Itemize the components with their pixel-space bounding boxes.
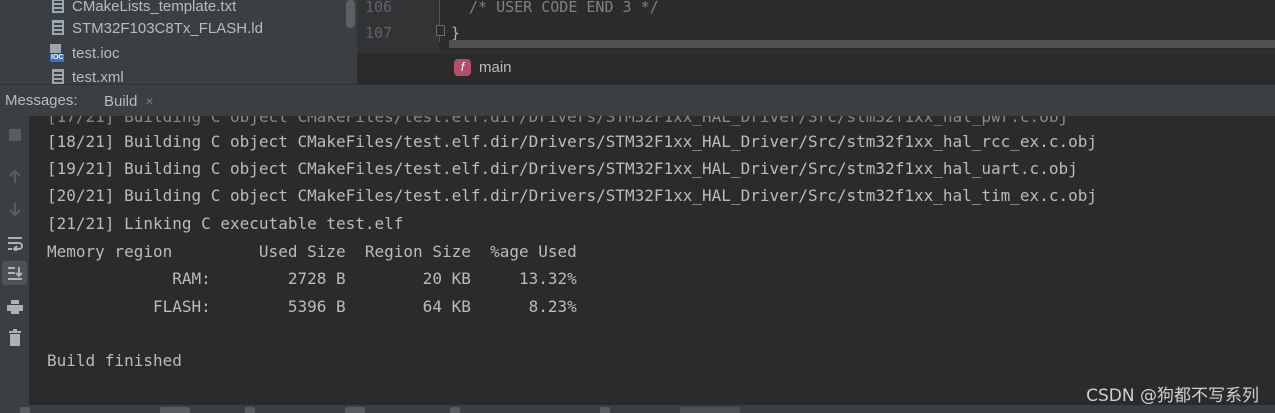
tree-item-label: STM32F103C8Tx_FLASH.ld	[72, 19, 263, 37]
project-tree-scrollbar[interactable]	[346, 0, 355, 28]
watermark: CSDN @狗都不写系列	[1086, 386, 1259, 406]
print-icon	[6, 300, 23, 314]
scroll-to-end-icon	[7, 267, 23, 280]
build-console[interactable]: [17/21] Building C object CMakeFiles/tes…	[29, 116, 1275, 374]
tree-item-cmakelists-template[interactable]: CMakeLists_template.txt	[50, 0, 236, 17]
console-line: [20/21] Building C object CMakeFiles/tes…	[47, 186, 1097, 205]
code-editor[interactable]: 106 107 /* USER CODE END 3 */ } f main	[357, 0, 1275, 85]
tree-item-test-ioc[interactable]: IOC test.ioc	[50, 42, 120, 64]
breadcrumb: f main	[357, 52, 1275, 85]
text-file-icon	[50, 19, 66, 37]
stop-button[interactable]	[2, 123, 27, 147]
console-toolbar	[0, 116, 29, 405]
close-icon[interactable]: ×	[145, 93, 153, 109]
trash-icon	[8, 329, 21, 346]
project-tree: CMakeLists_template.txt STM32F103C8Tx_FL…	[0, 0, 357, 84]
editor-gutter: 106 107	[357, 0, 439, 54]
soft-wrap-icon	[7, 237, 23, 251]
stop-icon	[8, 129, 21, 141]
tree-item-flash-ld[interactable]: STM32F103C8Tx_FLASH.ld	[50, 17, 263, 39]
status-bar	[0, 405, 1275, 413]
arrow-up-icon	[8, 169, 21, 183]
code-line: /* USER CODE END 3 */	[469, 0, 659, 16]
scroll-to-end-button[interactable]	[2, 261, 27, 285]
editor-horizontal-scrollbar[interactable]	[449, 40, 1275, 48]
tab-label: Build	[104, 92, 138, 110]
ioc-file-icon: IOC	[50, 44, 66, 62]
console-line: RAM: 2728 B 20 KB 13.32%	[47, 269, 577, 288]
text-file-icon	[50, 0, 66, 15]
soft-wrap-button[interactable]	[2, 231, 27, 255]
ide-window: CMakeLists_template.txt STM32F103C8Tx_FL…	[0, 0, 1275, 413]
next-message-button[interactable]	[2, 197, 27, 221]
tree-item-label: test.xml	[72, 68, 124, 85]
breadcrumb-label: main	[479, 59, 512, 76]
line-number: 106	[365, 0, 393, 16]
console-line: Memory region Used Size Region Size %age…	[47, 242, 577, 261]
console-line: [21/21] Linking C executable test.elf	[47, 214, 404, 233]
clear-all-button[interactable]	[2, 326, 27, 350]
tree-item-label: CMakeLists_template.txt	[72, 0, 237, 15]
print-button[interactable]	[2, 295, 27, 319]
fold-marker-icon[interactable]	[436, 25, 445, 36]
tool-window-title: Messages:	[5, 92, 78, 109]
console-line: [19/21] Building C object CMakeFiles/tes…	[47, 159, 1078, 178]
console-line: [18/21] Building C object CMakeFiles/tes…	[47, 132, 1097, 151]
tree-item-test-xml[interactable]: test.xml	[50, 66, 124, 84]
tree-item-label: test.ioc	[72, 44, 120, 62]
xml-file-icon	[50, 68, 66, 84]
console-line: Build finished	[47, 351, 182, 370]
line-number: 107	[365, 24, 393, 42]
breadcrumb-item-main[interactable]: f main	[454, 59, 512, 76]
tool-window-header: Messages: Build ×	[0, 84, 1275, 118]
function-icon: f	[454, 59, 471, 76]
previous-message-button[interactable]	[2, 165, 27, 189]
tab-build[interactable]: Build ×	[92, 85, 166, 117]
console-line: FLASH: 5396 B 64 KB 8.23%	[47, 297, 577, 316]
arrow-down-icon	[8, 203, 21, 217]
